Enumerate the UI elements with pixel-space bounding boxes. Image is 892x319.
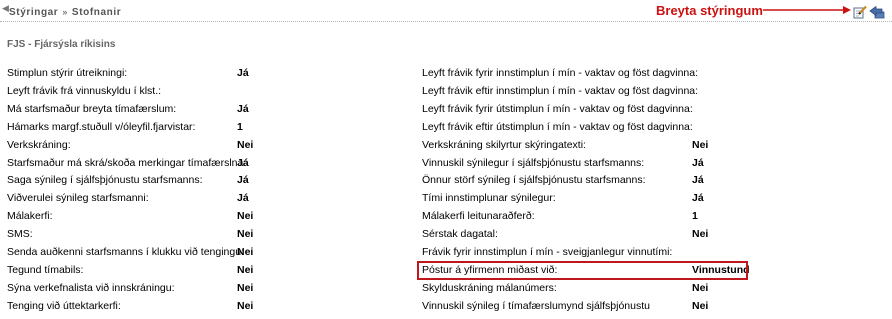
setting-label: Stimplun stýrir útreikningi: [7, 67, 128, 79]
setting-label: Sýna verkefnalista við innskráningu: [7, 282, 175, 294]
setting-label: Tegund tímabils: [7, 264, 84, 276]
setting-value: Já [237, 192, 249, 204]
setting-value: Já [237, 157, 249, 169]
annotation-arrow-icon [763, 6, 851, 14]
edit-icon[interactable] [853, 5, 867, 19]
breadcrumb: Stýringar » Stofnanir [9, 7, 121, 18]
setting-label: Tenging við úttektarkerfi: [7, 300, 121, 312]
back-arrow-icon[interactable] [869, 5, 885, 19]
setting-value: Nei [237, 246, 254, 258]
page-subtitle: FJS - Fjársýsla ríkisins [7, 39, 116, 50]
setting-label: Sérstak dagatal: [422, 228, 498, 240]
setting-label: Leyft frávik fyrir útstimplun í mín - va… [422, 103, 693, 115]
setting-label: Hámarks margf.stuðull v/óleyfil.fjarvist… [7, 121, 196, 133]
setting-label: Önnur störf sýnileg í sjálfsþjónustu sta… [422, 174, 646, 186]
breadcrumb-separator: » [62, 7, 68, 17]
toolbar-icons [853, 4, 885, 20]
setting-label: Tími innstimplunar sýnilegur: [422, 192, 556, 204]
setting-value: Nei [237, 282, 254, 294]
setting-value: Já [237, 67, 249, 79]
setting-value: 1 [692, 210, 698, 222]
setting-label: Starfsmaður má skrá/skoða merkingar tíma… [7, 157, 247, 169]
setting-label: Málakerfi: [7, 210, 53, 222]
breadcrumb-item-styringar[interactable]: Stýringar [9, 7, 58, 18]
setting-value: Nei [692, 228, 709, 240]
annotation-label: Breyta stýringum [656, 3, 763, 18]
setting-label: Málakerfi leitunaraðferð: [422, 210, 535, 222]
setting-value: Nei [692, 300, 709, 312]
setting-value: Nei [237, 228, 254, 240]
setting-label: Viðverulei sýnileg starfsmanni: [7, 192, 149, 204]
setting-value: Nei [237, 139, 254, 151]
setting-value: Já [692, 174, 704, 186]
setting-value: Já [237, 103, 249, 115]
setting-label: SMS: [7, 228, 33, 240]
setting-label: Verkskráning skilyrtur skýringatexti: [422, 139, 586, 151]
setting-value: Já [237, 174, 249, 186]
divider [0, 21, 892, 22]
setting-label: Frávik fyrir innstimplun í mín - sveigja… [422, 246, 673, 258]
setting-value: Nei [692, 139, 709, 151]
setting-label: Leyft frávik eftir innstimplun í mín - v… [422, 85, 699, 97]
setting-value: Já [692, 157, 704, 169]
setting-value: Nei [692, 282, 709, 294]
setting-label: Verkskráning: [7, 139, 71, 151]
setting-value: Nei [237, 210, 254, 222]
setting-label: Saga sýnileg í sjálfsþjónustu starfsmann… [7, 174, 203, 186]
setting-label: Senda auðkenni starfsmanns í klukku við … [7, 246, 244, 258]
highlight-box [417, 261, 748, 280]
setting-label: Leyft frávik eftir útstimplun í mín - va… [422, 121, 693, 133]
setting-value: 1 [237, 121, 243, 133]
setting-label: Leyft frávik fyrir innstimplun í mín - v… [422, 67, 699, 79]
top-bar: ◀ Stýringar » Stofnanir Breyta stýringum [0, 0, 892, 26]
breadcrumb-item-stofnanir: Stofnanir [71, 7, 122, 18]
setting-label: Vinnuskil sýnilegur í sjálfsþjónustu sta… [422, 157, 645, 169]
setting-value: Nei [237, 264, 254, 276]
setting-label: Má starfsmaður breyta tímafærslum: [7, 103, 177, 115]
setting-value: Nei [237, 300, 254, 312]
setting-label: Leyft frávik frá vinnuskyldu í klst.: [7, 85, 162, 97]
setting-label: Vinnuskil sýnileg í tímafærslumynd sjálf… [422, 300, 650, 312]
setting-label: Skylduskráning málanúmers: [422, 282, 557, 294]
setting-value: Já [692, 192, 704, 204]
left-triangle-icon[interactable]: ◀ [2, 3, 9, 14]
